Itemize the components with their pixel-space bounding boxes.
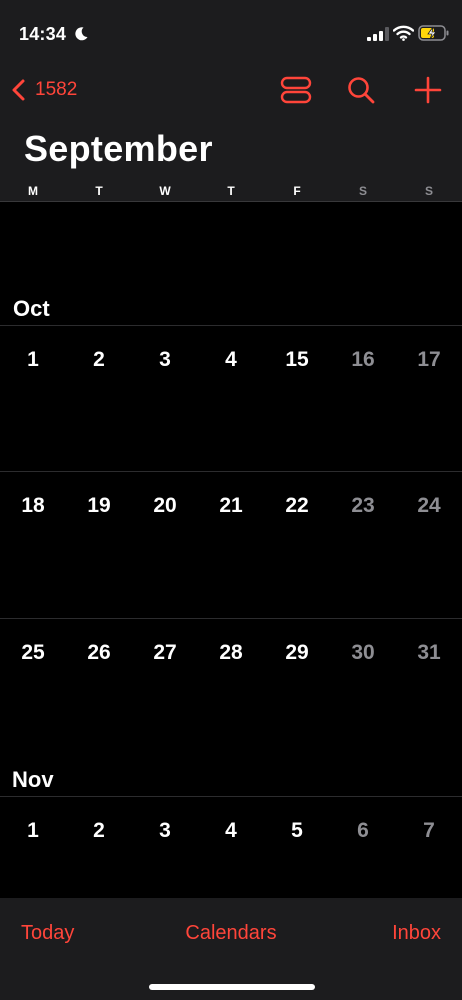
day-cell[interactable]: 22 [264, 494, 330, 518]
calendar-header: September M T W T F S S [0, 116, 462, 202]
day-cell[interactable]: 31 [396, 641, 462, 665]
tab-bar: Today Calendars Inbox [0, 898, 462, 1000]
month-label-nov: Nov [12, 767, 54, 792]
search-icon[interactable] [345, 74, 377, 106]
day-cell[interactable]: 30 [330, 641, 396, 665]
weekday-labels: M T W T F S S [0, 184, 462, 198]
wifi-icon [393, 25, 414, 41]
day-cell[interactable]: 6 [330, 819, 396, 843]
day-cell[interactable]: 4 [198, 819, 264, 843]
month-title: September [24, 128, 213, 169]
day-cell[interactable]: 17 [396, 348, 462, 372]
list-view-icon[interactable] [280, 74, 312, 106]
day-cell[interactable]: 27 [132, 641, 198, 665]
moon-icon [75, 27, 88, 41]
inbox-button[interactable]: Inbox [392, 922, 441, 945]
week-row: 25 26 27 28 29 30 31 [0, 618, 462, 764]
weekday-label: T [227, 184, 235, 198]
day-cell[interactable]: 29 [264, 641, 330, 665]
status-bar: 14:34 [0, 0, 462, 64]
day-cell[interactable]: 26 [66, 641, 132, 665]
calendar-grid[interactable]: Oct 1 2 3 4 15 16 17 18 19 20 21 22 23 2… [0, 202, 462, 898]
today-button[interactable]: Today [21, 922, 74, 945]
day-cell[interactable]: 21 [198, 494, 264, 518]
day-cell[interactable]: 15 [264, 348, 330, 372]
status-time: 14:34 [19, 24, 67, 44]
battery-charging-icon [418, 25, 449, 41]
day-cell[interactable]: 18 [0, 494, 66, 518]
signal-icon [367, 27, 389, 41]
plus-icon[interactable] [412, 74, 444, 106]
day-cell[interactable]: 3 [132, 819, 198, 843]
day-cell[interactable]: 2 [66, 819, 132, 843]
day-cell[interactable]: 3 [132, 348, 198, 372]
day-cell[interactable]: 2 [66, 348, 132, 372]
nav-bar: 1582 [0, 64, 462, 116]
day-cell[interactable]: 16 [330, 348, 396, 372]
day-cell[interactable]: 24 [396, 494, 462, 518]
day-cell[interactable]: 5 [264, 819, 330, 843]
chevron-left-icon [12, 79, 25, 101]
day-cell[interactable]: 1 [0, 819, 66, 843]
week-row: 1 2 3 4 15 16 17 [0, 325, 462, 471]
weekday-label: W [159, 184, 171, 198]
day-cell[interactable]: 19 [66, 494, 132, 518]
back-button[interactable]: 1582 [10, 75, 77, 105]
weekday-label: T [95, 184, 103, 198]
day-cell[interactable]: 23 [330, 494, 396, 518]
day-cell[interactable]: 1 [0, 348, 66, 372]
home-indicator[interactable] [149, 984, 315, 990]
month-label-oct: Oct [13, 296, 50, 321]
back-button-label: 1582 [35, 79, 78, 100]
day-cell[interactable]: 28 [198, 641, 264, 665]
week-row: 1 2 3 4 5 6 7 [0, 796, 462, 898]
calendars-button[interactable]: Calendars [185, 922, 276, 944]
day-cell[interactable]: 7 [396, 819, 462, 843]
day-cell[interactable]: 25 [0, 641, 66, 665]
weekday-label: M [28, 184, 38, 198]
day-cell[interactable]: 20 [132, 494, 198, 518]
weekday-label: F [293, 184, 301, 198]
weekday-label: S [424, 184, 433, 198]
week-row: 18 19 20 21 22 23 24 [0, 471, 462, 617]
weekday-label: S [358, 184, 367, 198]
day-cell[interactable]: 4 [198, 348, 264, 372]
